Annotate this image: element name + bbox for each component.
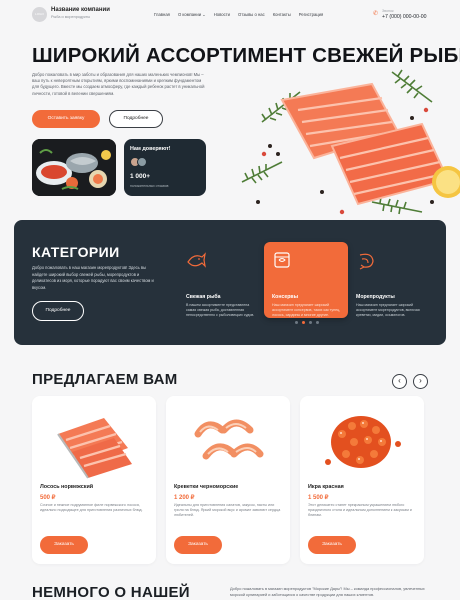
phone-label: Звонок (382, 9, 394, 13)
fish-icon (187, 252, 206, 268)
category-card-canned[interactable]: Консервы Наш магазин предлагает широкий … (264, 242, 348, 318)
category-card-fresh-fish[interactable]: Свежая рыба В нашем ассортименте предста… (178, 242, 262, 318)
categories-title: КАТЕГОРИИ (32, 244, 120, 260)
product-desc: Этот деликатес станет прекрасным украшен… (308, 503, 412, 518)
salmon-illustration (241, 69, 460, 215)
product-desc: Идеальны для приготовления салатов, заку… (174, 503, 281, 518)
category-card-seafood[interactable]: Морепродукты Наш магазин предлагает широ… (348, 242, 432, 318)
chevron-left-icon: ‹ (398, 376, 401, 385)
order-button[interactable]: Заказать (308, 536, 356, 554)
product-name: Лосось норвежский (40, 484, 94, 490)
category-name: Свежая рыба (186, 294, 221, 300)
prev-arrow-button[interactable]: ‹ (392, 374, 407, 389)
brand: Название компании Рыба и морепродукты (51, 7, 110, 19)
leave-request-button[interactable]: Оставить заявку (32, 110, 100, 128)
about-text: Добро пожаловать в магазин морепродуктов… (230, 586, 425, 597)
category-name: Морепродукты (356, 294, 395, 300)
shrimp-icon (359, 253, 374, 270)
next-arrow-button[interactable]: › (413, 374, 428, 389)
order-button[interactable]: Заказать (40, 536, 88, 554)
red-caviar-image (325, 416, 401, 468)
trust-card: Нам доверяют! 1 000+ положительных отзыв… (124, 139, 206, 196)
shrimp-image (194, 419, 264, 460)
nav-item-home[interactable]: Главная (154, 12, 170, 17)
product-card-caviar[interactable]: Икра красная 1 500 ₽ Этот деликатес стан… (300, 396, 424, 564)
category-desc: Наш магазин предлагает широкий ассортиме… (272, 303, 341, 317)
main-nav: Главная О компании ⌄ Новости Отзывы о на… (154, 12, 323, 17)
chevron-down-icon: ⌄ (202, 12, 206, 17)
salmon-steak-image (57, 418, 132, 479)
categories-section: КАТЕГОРИИ Добро пожаловать в наш магазин… (14, 220, 446, 345)
logo[interactable]: LOGO (32, 7, 47, 22)
about-title: НЕМНОГО О НАШЕЙ (32, 584, 190, 600)
brand-name: Название компании (51, 7, 110, 13)
avatar-group (130, 157, 147, 167)
avatar (137, 157, 147, 167)
product-desc: Сочное и нежное подрумянное филе норвежс… (40, 503, 143, 513)
brand-subtitle: Рыба и морепродукты (51, 15, 91, 19)
carousel-dot-active[interactable] (302, 321, 305, 324)
site-header: LOGO Название компании Рыба и морепродук… (0, 0, 460, 34)
product-name: Креветки черноморские (174, 484, 239, 490)
nav-item-news[interactable]: Новости (214, 12, 230, 17)
nav-item-register[interactable]: Регистрация (299, 12, 323, 17)
product-price: 1 500 ₽ (308, 495, 329, 501)
phone-number[interactable]: +7 (000) 000-00-00 (382, 14, 427, 20)
category-desc: Наш магазин предлагает широкий ассортиме… (356, 303, 420, 317)
nav-item-about-label: О компании (177, 12, 202, 17)
page: LOGO Название компании Рыба и морепродук… (0, 0, 460, 600)
can-icon (274, 252, 290, 268)
trust-title: Нам доверяют! (130, 146, 171, 152)
categories-text: Добро пожаловать в наш магазин морепроду… (32, 265, 154, 290)
category-name: Консервы (272, 294, 299, 300)
product-price: 500 ₽ (40, 495, 56, 501)
carousel-dot[interactable] (316, 321, 319, 324)
product-card-shrimp[interactable]: Креветки черноморские 1 200 ₽ Идеальны д… (166, 396, 290, 564)
order-button[interactable]: Заказать (174, 536, 222, 554)
phone-icon: ✆ (373, 11, 379, 17)
trust-subtitle: положительных отзывов (130, 184, 169, 188)
carousel-dot[interactable] (295, 321, 298, 324)
nav-item-about[interactable]: О компании ⌄ (178, 12, 206, 17)
seafood-platter-illustration (32, 139, 116, 196)
hero-more-button[interactable]: Подробнее (109, 110, 163, 128)
offers-title: ПРЕДЛАГАЕМ ВАМ (32, 371, 178, 388)
trust-count: 1 000+ (130, 173, 151, 180)
nav-item-reviews[interactable]: Отзывы о нас (238, 12, 265, 17)
product-card-salmon[interactable]: Лосось норвежский 500 ₽ Сочное и нежное … (32, 396, 156, 564)
category-desc: В нашем ассортименте представлена самая … (186, 303, 255, 317)
product-price: 1 200 ₽ (174, 495, 195, 501)
nav-item-contacts[interactable]: Контакты (273, 12, 291, 17)
seafood-platter-image (32, 139, 116, 196)
carousel-dot[interactable] (309, 321, 312, 324)
salmon-steaks-image (222, 62, 460, 224)
product-name: Икра красная (308, 484, 344, 490)
carousel-dots (295, 321, 319, 324)
hero-text: Добро пожаловать в мир заботы и образова… (32, 72, 205, 96)
categories-more-button[interactable]: Подробнее (32, 301, 84, 321)
chevron-right-icon: › (419, 376, 422, 385)
